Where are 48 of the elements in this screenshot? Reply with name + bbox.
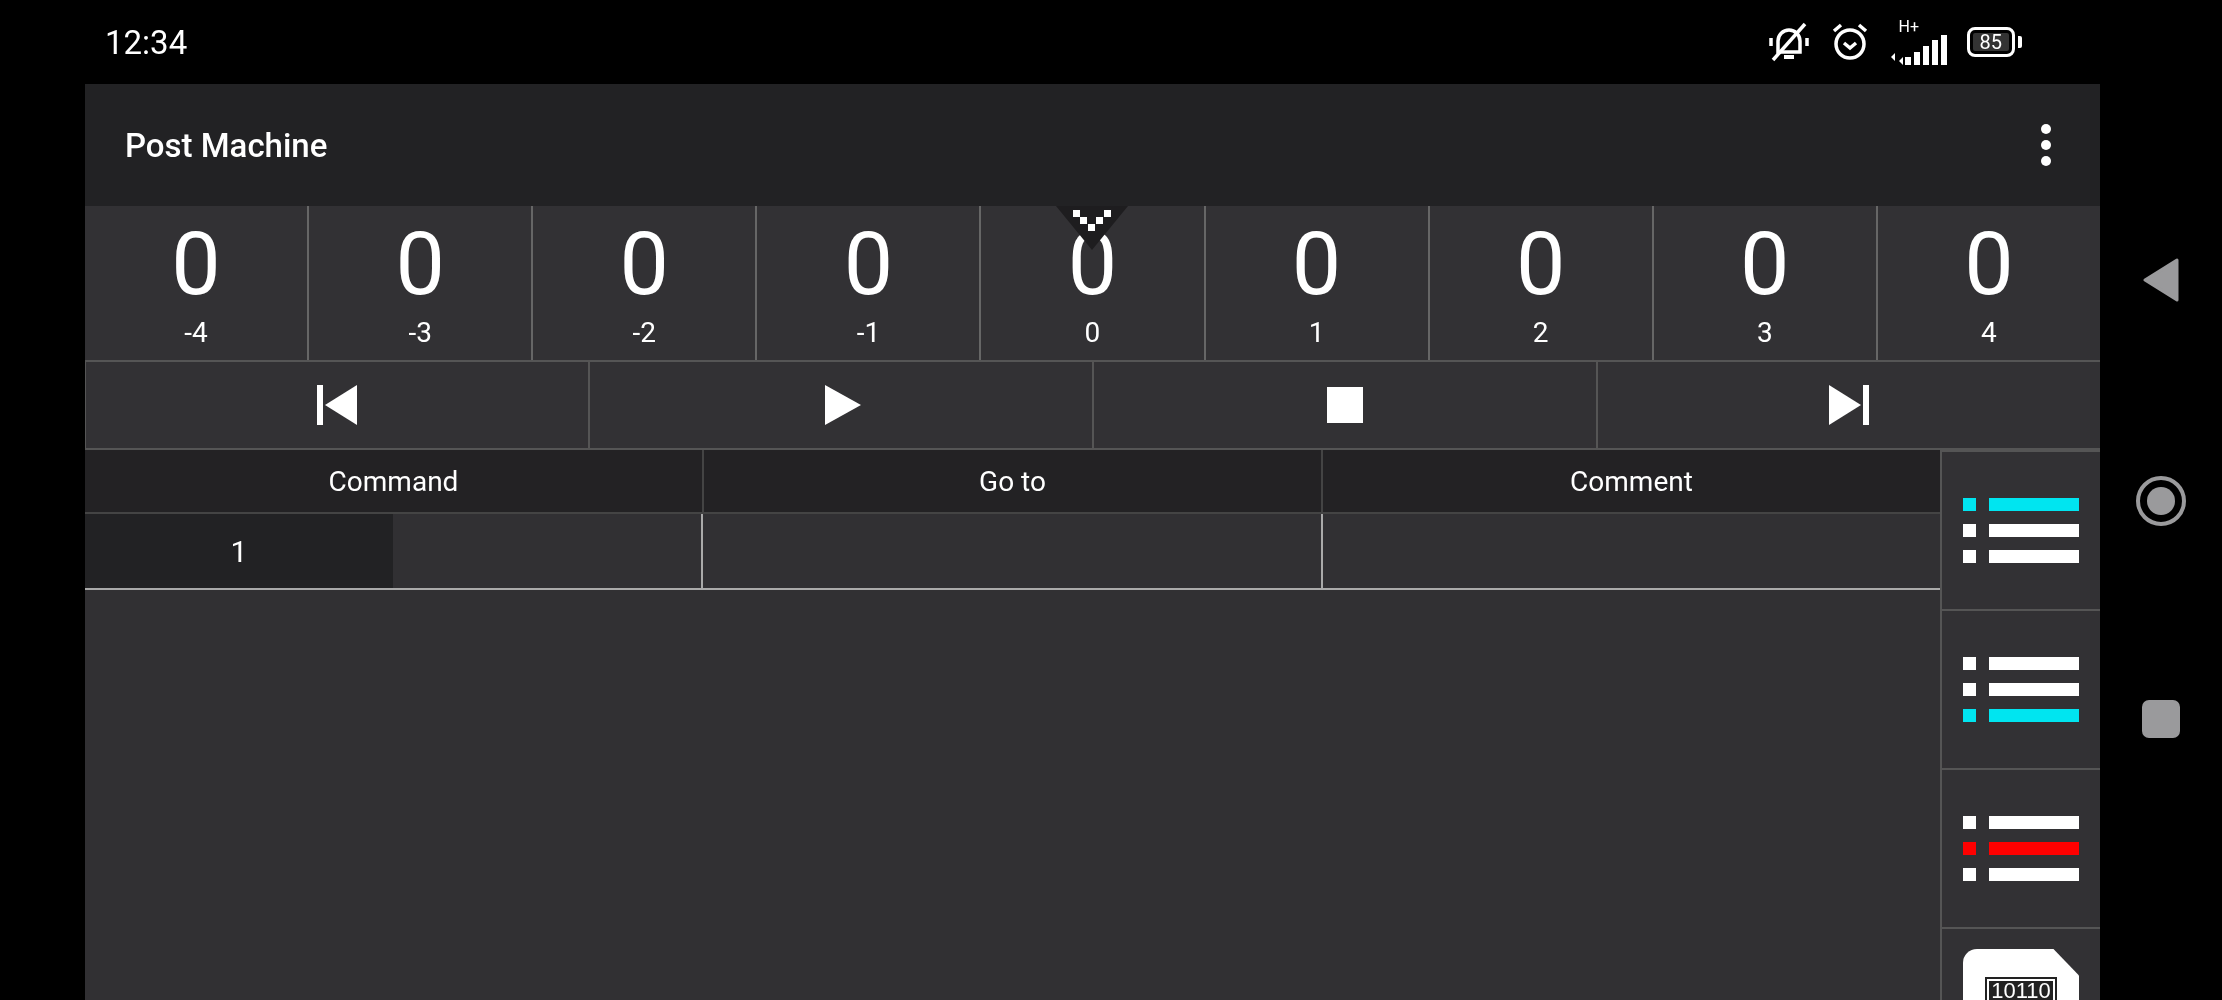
cell-index: 2 — [1532, 316, 1549, 349]
cell-value: 0 — [1740, 214, 1790, 314]
muted-bell-icon — [1766, 20, 1811, 64]
cell-value: 0 — [395, 214, 445, 314]
tape-cell[interactable]: 0 -1 — [755, 206, 980, 360]
list-icon — [1963, 816, 2079, 881]
home-icon[interactable] — [2135, 475, 2187, 527]
line-number: 1 — [85, 514, 393, 588]
list-icon — [1963, 657, 2079, 722]
network-type: H+ — [1898, 19, 1919, 35]
list-button[interactable] — [1942, 768, 2100, 927]
status-time: 12:34 — [105, 22, 188, 62]
recents-icon[interactable] — [2142, 700, 2180, 738]
skip-back-icon — [317, 385, 357, 425]
cell-index: -1 — [856, 316, 881, 349]
column-header: Command — [327, 463, 460, 500]
cell-value: 0 — [171, 214, 221, 314]
tape-cell[interactable]: 0 -3 — [307, 206, 532, 360]
cell-index: 0 — [1084, 316, 1101, 349]
cell-value: 0 — [1964, 214, 2014, 314]
binary-file-button[interactable]: 10110 — [1942, 927, 2100, 1000]
back-icon[interactable] — [2143, 258, 2179, 302]
more-options-icon[interactable] — [2040, 123, 2052, 167]
cell-value: 0 — [843, 214, 894, 314]
column-header: Go to — [702, 450, 1321, 512]
tape-cell[interactable]: 0 4 — [1875, 206, 2100, 360]
list-icon — [1963, 498, 2079, 563]
skip-forward-icon — [1829, 385, 1869, 425]
list-button[interactable] — [1942, 609, 2100, 768]
tape-cell[interactable]: 0 3 — [1651, 206, 1876, 360]
cell-value: 0 — [1291, 214, 1342, 314]
cell-value: 0 — [1515, 214, 1566, 314]
tape-cell[interactable]: 0 -2 — [531, 206, 756, 360]
cell-index: 3 — [1756, 316, 1773, 349]
cell-index: -2 — [632, 316, 656, 349]
tape-cell[interactable]: 0 1 — [1203, 206, 1428, 360]
cell-index: -4 — [184, 316, 208, 349]
tape-cell[interactable]: 0 2 — [1427, 206, 1652, 360]
app-title: Post Machine — [125, 125, 328, 165]
cell-index: -3 — [408, 316, 432, 349]
tape-cell[interactable]: 0 -4 — [85, 206, 308, 360]
stop-icon — [1325, 385, 1365, 425]
cell-index: 1 — [1308, 316, 1325, 349]
cell-value: 0 — [619, 214, 669, 314]
cell-index: 4 — [1981, 316, 1997, 349]
list-button[interactable] — [1942, 450, 2100, 609]
battery-level: 85 — [1966, 27, 2015, 57]
file-label: 10110 — [1985, 977, 2057, 1000]
